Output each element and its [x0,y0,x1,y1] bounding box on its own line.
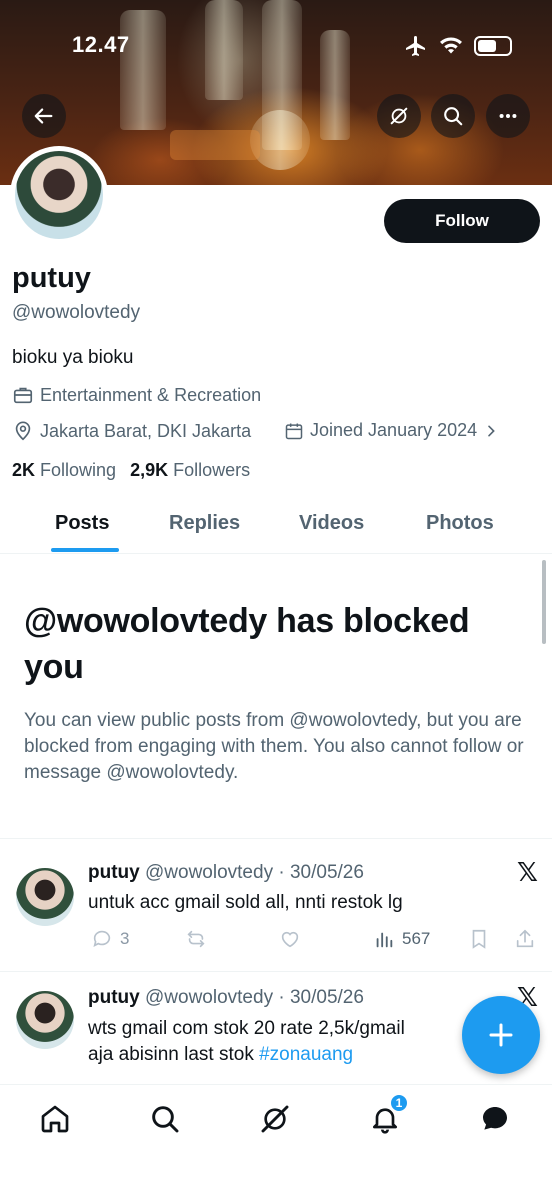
post-avatar[interactable] [16,991,74,1049]
post-text-prefix: aja abisinn last stok [88,1044,260,1065]
x-logo-icon: 𝕏 [517,858,538,888]
tab-videos[interactable]: Videos [299,512,364,535]
post-author-handle: @wowolovtedy [145,987,274,1008]
nav-grok[interactable] [255,1099,295,1139]
back-button[interactable] [22,94,66,138]
post-author-name: putuy [88,862,140,883]
tab-posts[interactable]: Posts [55,512,109,535]
following-count: 2K [12,460,36,480]
profile-avatar[interactable] [10,146,108,244]
post-author-name: putuy [88,987,140,1008]
search-button[interactable] [431,94,475,138]
repost-button[interactable] [184,928,208,950]
post-avatar[interactable] [16,868,74,926]
post-date: 30/05/26 [289,987,364,1008]
profile-bio: bioku ya bioku [12,347,134,368]
location-label: Jakarta Barat, DKI Jakarta [40,420,252,441]
grok-icon [261,1105,289,1133]
profile-tabs: Posts Replies Videos Photos [0,500,552,554]
post-text-line: wts gmail com stok 20 rate 2,5k/gmail [88,1018,405,1039]
followers-count: 2,9K [130,460,169,480]
battery-icon [474,36,512,56]
status-time: 12.47 [72,32,130,57]
nav-notifications[interactable]: 1 [365,1093,409,1139]
home-icon [41,1105,69,1133]
like-button[interactable] [278,928,302,950]
profile-category: Entertainment & Recreation [12,384,261,406]
chevron-right-icon [488,425,495,436]
heart-icon [281,931,299,948]
briefcase-icon [13,387,33,404]
nav-home[interactable] [35,1099,75,1139]
views-button[interactable]: 567 [372,928,430,950]
tab-photos[interactable]: Photos [426,512,494,535]
compose-button[interactable] [462,996,540,1074]
status-bar: 12.47 [0,30,552,62]
followers-link[interactable]: 2,9K Followers [130,460,250,481]
follow-stats: 2K Following 2,9K Followers [12,460,250,481]
following-link[interactable]: 2K Following [12,460,116,481]
arrow-left-icon [34,108,53,124]
post-text-line: aja abisinn last stok #zonauang [88,1042,405,1068]
follow-button[interactable]: Follow [384,199,540,243]
post-header: putuy @wowolovtedy · 30/05/26 [88,862,364,883]
share-button[interactable] [514,928,536,950]
post-date: 30/05/26 [289,862,364,883]
grok-icon [390,107,408,125]
wifi-icon [440,37,462,54]
bookmark-button[interactable] [468,928,490,950]
nav-messages[interactable] [475,1099,515,1139]
views-count: 567 [402,929,431,948]
scrollbar[interactable] [542,560,546,644]
tab-replies[interactable]: Replies [169,512,240,535]
views-icon [376,932,393,948]
nav-search[interactable] [145,1099,185,1139]
location-pin-icon [15,421,31,441]
category-label: Entertainment & Recreation [40,384,262,405]
notification-badge: 1 [389,1093,409,1113]
share-icon [516,929,534,948]
airplane-mode-icon [406,36,425,56]
repost-icon [187,930,205,948]
status-icons [404,34,512,58]
reply-icon [93,930,111,947]
hashtag-link[interactable]: #zonauang [259,1044,353,1065]
joined-label: Joined January 2024 [310,420,478,440]
active-tab-indicator [51,548,119,552]
reply-count: 3 [120,929,130,948]
followers-label: Followers [173,460,251,480]
search-icon [152,1106,179,1133]
blocked-notice: @wowolovtedy has blocked you You can vie… [24,598,524,786]
search-icon [444,107,463,126]
more-icon [499,113,517,119]
following-label: Following [40,460,117,480]
grok-button[interactable] [377,94,421,138]
post-item[interactable]: putuy @wowolovtedy · 30/05/26 𝕏 untuk ac… [0,838,552,971]
blocked-body: You can view public posts from @wowolovt… [24,710,524,783]
post-author-handle: @wowolovtedy [145,862,274,883]
plus-icon [489,1023,513,1047]
calendar-icon [285,423,303,439]
post-actions: 3 567 [88,928,540,952]
chat-bubble-icon [483,1107,507,1130]
post-header: putuy @wowolovtedy · 30/05/26 [88,987,364,1008]
post-text: wts gmail com stok 20 rate 2,5k/gmail aj… [88,1016,405,1068]
profile-joined[interactable]: Joined January 2024 [284,420,499,441]
blocked-title: @wowolovtedy has blocked you [24,602,470,686]
profile-location: Jakarta Barat, DKI Jakarta [12,420,251,442]
avatar-image [15,151,103,239]
bottom-nav: 1 [0,1084,552,1200]
more-button[interactable] [486,94,530,138]
post-text: untuk acc gmail sold all, nnti restok lg [88,892,403,913]
profile-handle: @wowolovtedy [12,302,141,323]
display-name: putuy [12,262,91,294]
bookmark-icon [472,929,486,949]
reply-button[interactable]: 3 [90,928,129,950]
